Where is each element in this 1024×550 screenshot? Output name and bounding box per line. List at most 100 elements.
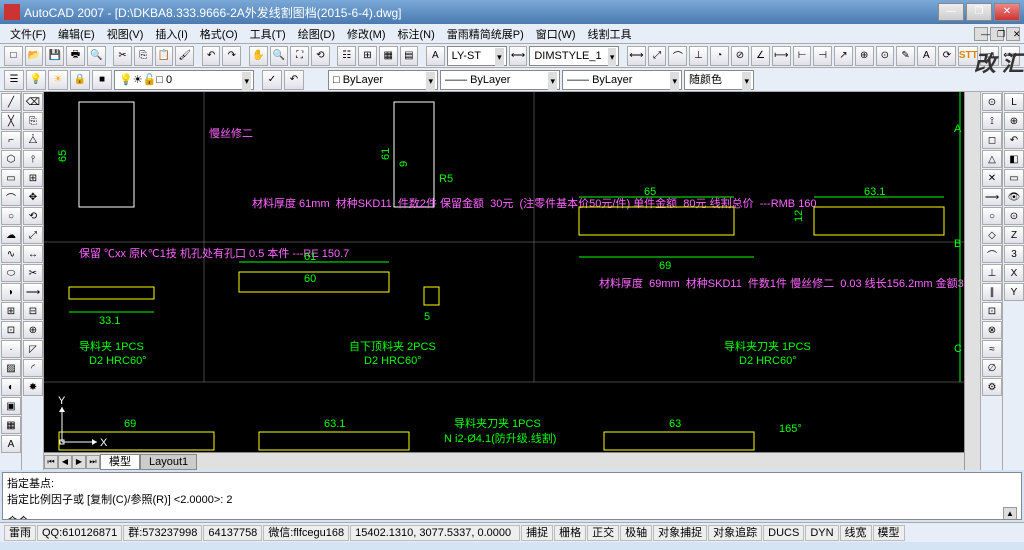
explode-icon[interactable]: ✸: [23, 378, 43, 396]
fillet-icon[interactable]: ◜: [23, 359, 43, 377]
status-grid[interactable]: 栅格: [554, 525, 586, 541]
menu-format[interactable]: 格式(O): [194, 26, 244, 42]
gradient-icon[interactable]: ◐: [1, 378, 21, 396]
region-icon[interactable]: ▣: [1, 397, 21, 415]
point-icon[interactable]: ·: [1, 340, 21, 358]
toolpalette-icon[interactable]: ▦: [379, 46, 398, 66]
osnap-end-icon[interactable]: ◻: [982, 131, 1002, 149]
save-icon[interactable]: 💾: [45, 46, 64, 66]
cmd-scroll-up-icon[interactable]: ▲: [1003, 507, 1017, 520]
ucs-z-icon[interactable]: Z: [1004, 226, 1024, 244]
menu-draw[interactable]: 绘图(D): [292, 26, 341, 42]
erase-icon[interactable]: ⌫: [23, 93, 43, 111]
designcenter-icon[interactable]: ⊞: [358, 46, 377, 66]
status-ducs[interactable]: DUCS: [763, 525, 804, 541]
rectangle-icon[interactable]: ▭: [1, 169, 21, 187]
osnap-per-icon[interactable]: ⊥: [982, 264, 1002, 282]
textstyle-icon[interactable]: A: [426, 46, 445, 66]
minimize-button[interactable]: —: [938, 3, 964, 21]
dim-leader-icon[interactable]: ↗: [834, 46, 853, 66]
pline-icon[interactable]: ⌐: [1, 131, 21, 149]
redo-icon[interactable]: ↷: [222, 46, 241, 66]
match-icon[interactable]: 🖌: [175, 46, 194, 66]
dim-update-icon[interactable]: ⟳: [938, 46, 957, 66]
revcloud-icon[interactable]: ☁: [1, 226, 21, 244]
copy2-icon[interactable]: ⎘: [23, 112, 43, 130]
tab-next-icon[interactable]: ▶: [72, 455, 86, 469]
ucs-view-icon[interactable]: 👁: [1004, 188, 1024, 206]
dim-arc-icon[interactable]: ⌒: [668, 46, 687, 66]
ucs-y-icon[interactable]: Y: [1004, 283, 1024, 301]
zoom-icon[interactable]: 🔍: [270, 46, 289, 66]
open-icon[interactable]: 📂: [25, 46, 44, 66]
layer-lock-icon[interactable]: 🔒: [70, 70, 90, 90]
plotcolor-dropdown[interactable]: 随颜色: [684, 70, 754, 90]
osnap-int-icon[interactable]: ✕: [982, 169, 1002, 187]
calc-icon[interactable]: ▤: [400, 46, 419, 66]
dim-quick-icon[interactable]: ⟼: [772, 46, 791, 66]
tab-prev-icon[interactable]: ◀: [58, 455, 72, 469]
doc-close-icon[interactable]: ✕: [1006, 27, 1020, 41]
dim-center-icon[interactable]: ⊙: [876, 46, 895, 66]
arc-icon[interactable]: ⌒: [1, 188, 21, 206]
scrollbar-vertical[interactable]: [964, 92, 980, 470]
osnap-temp-icon[interactable]: ⊙: [982, 93, 1002, 111]
doc-minimize-icon[interactable]: —: [974, 27, 988, 41]
ucs-3p-icon[interactable]: 3: [1004, 245, 1024, 263]
xline-icon[interactable]: ╳: [1, 112, 21, 130]
polygon-icon[interactable]: ⬡: [1, 150, 21, 168]
dimstyle-icon[interactable]: ⟷: [509, 46, 528, 66]
ucs-world-icon[interactable]: ⊕: [1004, 112, 1024, 130]
pan-icon[interactable]: ✋: [249, 46, 268, 66]
ucs-prev-icon[interactable]: ↶: [1004, 131, 1024, 149]
print-icon[interactable]: 🖶: [66, 46, 85, 66]
preview-icon[interactable]: 🔍: [87, 46, 106, 66]
osnap-ext-icon[interactable]: ⟶: [982, 188, 1002, 206]
status-otrack[interactable]: 对象追踪: [708, 525, 762, 541]
osnap-from-icon[interactable]: ⟟: [982, 112, 1002, 130]
tab-last-icon[interactable]: ⏭: [86, 455, 100, 469]
drawing-canvas[interactable]: A B C 慢丝修二 65 33.1 保留 ℃xx 原K℃1技 机孔处有孔口 0…: [44, 92, 964, 452]
menu-leiyu[interactable]: 雷雨精简统展P): [441, 26, 530, 42]
mirror-icon[interactable]: ⧊: [23, 131, 43, 149]
color-dropdown[interactable]: □ ByLayer: [328, 70, 438, 90]
extend-icon[interactable]: ⟶: [23, 283, 43, 301]
line-icon[interactable]: ╱: [1, 93, 21, 111]
dim-angular-icon[interactable]: ∠: [751, 46, 770, 66]
dim-textedit-icon[interactable]: A: [917, 46, 936, 66]
break-icon[interactable]: ⊟: [23, 302, 43, 320]
cut-icon[interactable]: ✂: [113, 46, 132, 66]
copy-icon[interactable]: ⎘: [134, 46, 153, 66]
status-ortho[interactable]: 正交: [587, 525, 619, 541]
ellipse-icon[interactable]: ⬭: [1, 264, 21, 282]
dim-tolerance-icon[interactable]: ⊕: [855, 46, 874, 66]
menu-file[interactable]: 文件(F): [4, 26, 52, 42]
status-lwt[interactable]: 线宽: [840, 525, 872, 541]
tab-first-icon[interactable]: ⏮: [44, 455, 58, 469]
maximize-button[interactable]: ❐: [966, 3, 992, 21]
menu-modify[interactable]: 修改(M): [341, 26, 392, 42]
menu-edit[interactable]: 编辑(E): [52, 26, 101, 42]
status-osnap[interactable]: 对象捕捉: [653, 525, 707, 541]
rotate-icon[interactable]: ⟲: [23, 207, 43, 225]
layer-on-icon[interactable]: 💡: [26, 70, 46, 90]
props-icon[interactable]: ☷: [337, 46, 356, 66]
dim-radius-icon[interactable]: ◔: [710, 46, 729, 66]
trim-icon[interactable]: ✂: [23, 264, 43, 282]
menu-view[interactable]: 视图(V): [101, 26, 150, 42]
mtext-icon[interactable]: A: [1, 435, 21, 453]
hatch-icon[interactable]: ▨: [1, 359, 21, 377]
layer-dropdown[interactable]: 💡☀🔓□ 0: [114, 70, 254, 90]
menu-dimension[interactable]: 标注(N): [392, 26, 441, 42]
osnap-cen-icon[interactable]: ○: [982, 207, 1002, 225]
osnap-nod-icon[interactable]: ⊗: [982, 321, 1002, 339]
ucs-x-icon[interactable]: X: [1004, 264, 1024, 282]
table-icon[interactable]: ▦: [1, 416, 21, 434]
zoomprev-icon[interactable]: ⟲: [311, 46, 330, 66]
tab-model[interactable]: 模型: [100, 454, 140, 470]
paste-icon[interactable]: 📋: [155, 46, 174, 66]
menu-insert[interactable]: 插入(I): [149, 26, 193, 42]
ucs-icon[interactable]: L: [1004, 93, 1024, 111]
menu-wirecut[interactable]: 线割工具: [582, 26, 638, 42]
circle-icon[interactable]: ○: [1, 207, 21, 225]
